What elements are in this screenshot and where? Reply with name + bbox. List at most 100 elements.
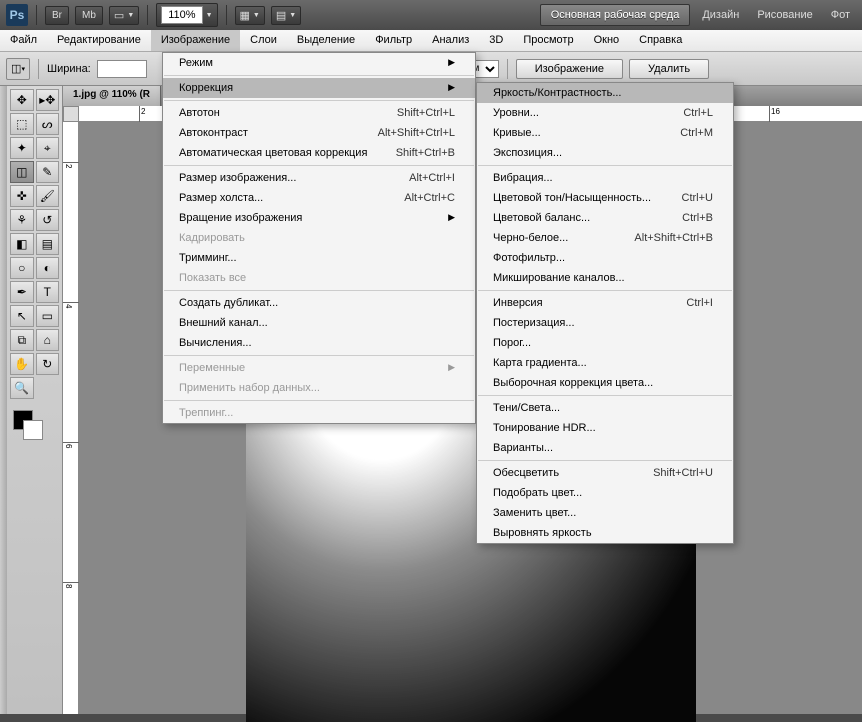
rotate-view-tool[interactable]: ↻ <box>36 353 60 375</box>
menu-equalize[interactable]: Выровнять яркость <box>477 523 733 543</box>
app-logo: Ps <box>6 4 28 26</box>
menu-выделение[interactable]: Выделение <box>287 30 365 51</box>
menu-rotation[interactable]: Вращение изображения▶ <box>163 208 475 228</box>
menu-просмотр[interactable]: Просмотр <box>513 30 583 51</box>
menu-curves[interactable]: Кривые...Ctrl+M <box>477 123 733 143</box>
submenu-arrow-icon: ▶ <box>448 362 455 374</box>
menu-selective[interactable]: Выборочная коррекция цвета... <box>477 373 733 393</box>
menu-trim[interactable]: Тримминг... <box>163 248 475 268</box>
menu-справка[interactable]: Справка <box>629 30 692 51</box>
3d-camera-tool[interactable]: ⌂ <box>36 329 60 351</box>
arrange-dropdown[interactable]: ▦▼ <box>235 6 265 25</box>
menu-invert[interactable]: ИнверсияCtrl+I <box>477 293 733 313</box>
menu-vibrance[interactable]: Вибрация... <box>477 168 733 188</box>
menu-exposure[interactable]: Экспозиция... <box>477 143 733 163</box>
menu-huesat[interactable]: Цветовой тон/Насыщенность...Ctrl+U <box>477 188 733 208</box>
menu-bar: ФайлРедактированиеИзображениеСлоиВыделен… <box>0 30 862 52</box>
move-tool[interactable]: ✥ <box>10 89 34 111</box>
menu-brightness[interactable]: Яркость/Контрастность... <box>477 83 733 103</box>
menu-desaturate[interactable]: ОбесцветитьShift+Ctrl+U <box>477 463 733 483</box>
width-input[interactable] <box>97 60 147 78</box>
workspace-design[interactable]: Дизайн <box>696 5 745 25</box>
menu-изображение[interactable]: Изображение <box>151 30 240 51</box>
lasso-tool[interactable]: ᔕ <box>36 113 60 135</box>
image-button[interactable]: Изображение <box>516 59 623 79</box>
menu-bw[interactable]: Черно-белое...Alt+Shift+Ctrl+B <box>477 228 733 248</box>
menu-autotone[interactable]: АвтотонShift+Ctrl+L <box>163 103 475 123</box>
3d-tool[interactable]: ⧉ <box>10 329 34 351</box>
width-label: Ширина: <box>47 63 91 75</box>
menu-variations[interactable]: Варианты... <box>477 438 733 458</box>
menu-окно[interactable]: Окно <box>584 30 630 51</box>
menu-crop: Кадрировать <box>163 228 475 248</box>
workspace-drawing[interactable]: Рисование <box>751 5 818 25</box>
menu-редактирование[interactable]: Редактирование <box>47 30 151 51</box>
dodge-tool[interactable]: ◐ <box>36 257 60 279</box>
menu-posterize[interactable]: Постеризация... <box>477 313 733 333</box>
bridge-button[interactable]: Br <box>45 6 69 25</box>
eyedropper-tool[interactable]: ✎ <box>36 161 60 183</box>
screen-mode-dropdown[interactable]: ▭▼ <box>109 6 139 25</box>
chevron-down-icon: ▼ <box>289 12 296 19</box>
stamp-tool[interactable]: ⚘ <box>10 209 34 231</box>
workspace-active-button[interactable]: Основная рабочая среда <box>540 4 691 26</box>
document-tab[interactable]: 1.jpg @ 110% (R <box>63 86 161 106</box>
shape-tool[interactable]: ▭ <box>36 305 60 327</box>
hand-tool[interactable]: ✋ <box>10 353 34 375</box>
pen-tool[interactable]: ✒ <box>10 281 34 303</box>
menu-файл[interactable]: Файл <box>0 30 47 51</box>
eraser-tool[interactable]: ◧ <box>10 233 34 255</box>
menu-gradientmap[interactable]: Карта градиента... <box>477 353 733 373</box>
marquee-tool[interactable]: ⬚ <box>10 113 34 135</box>
menu-hdrtoning[interactable]: Тонирование HDR... <box>477 418 733 438</box>
menu-calculations[interactable]: Вычисления... <box>163 333 475 353</box>
delete-button[interactable]: Удалить <box>629 59 709 79</box>
chevron-down-icon: ▼ <box>127 12 134 19</box>
submenu-arrow-icon: ▶ <box>448 212 455 224</box>
menu-фильтр[interactable]: Фильтр <box>365 30 422 51</box>
menu-autocontrast[interactable]: АвтоконтрастAlt+Shift+Ctrl+L <box>163 123 475 143</box>
zoom-dropdown[interactable]: 110%▼ <box>156 3 217 27</box>
menu-3d[interactable]: 3D <box>479 30 513 51</box>
crop-tool-icon[interactable]: ◫▾ <box>6 58 30 80</box>
menu-duplicate[interactable]: Создать дубликат... <box>163 293 475 313</box>
menu-photofilter[interactable]: Фотофильтр... <box>477 248 733 268</box>
spot-heal-tool[interactable]: ✜ <box>10 185 34 207</box>
marquee-arrow[interactable]: ▸✥ <box>36 89 60 111</box>
menu-channelmixer[interactable]: Микширование каналов... <box>477 268 733 288</box>
menu-showall: Показать все <box>163 268 475 288</box>
workspace-photo[interactable]: Фот <box>825 5 856 25</box>
menu-shadows[interactable]: Тени/Света... <box>477 398 733 418</box>
background-color-swatch[interactable] <box>23 420 43 440</box>
quick-select-tool[interactable]: ⌖ <box>36 137 60 159</box>
menu-autocolor[interactable]: Автоматическая цветовая коррекцияShift+C… <box>163 143 475 163</box>
menu-trapping: Треппинг... <box>163 403 475 423</box>
zoom-tool[interactable]: 🔍 <box>10 377 34 399</box>
brush-tool[interactable]: 🖌 <box>36 185 60 207</box>
history-brush-tool[interactable]: ↺ <box>36 209 60 231</box>
gradient-tool[interactable]: ▤ <box>36 233 60 255</box>
path-select-tool[interactable]: ↖ <box>10 305 34 327</box>
panel-collapse-strip[interactable] <box>0 86 7 714</box>
blur-tool[interactable]: ○ <box>10 257 34 279</box>
type-tool[interactable]: T <box>36 281 60 303</box>
menu-correction[interactable]: Коррекция▶ <box>163 78 475 98</box>
menu-matchcolor[interactable]: Подобрать цвет... <box>477 483 733 503</box>
menu-levels[interactable]: Уровни...Ctrl+L <box>477 103 733 123</box>
menu-imagesize[interactable]: Размер изображения...Alt+Ctrl+I <box>163 168 475 188</box>
menu-анализ[interactable]: Анализ <box>422 30 479 51</box>
menu-mode[interactable]: Режим▶ <box>163 53 475 73</box>
menu-external[interactable]: Внешний канал... <box>163 313 475 333</box>
menu-canvassize[interactable]: Размер холста...Alt+Ctrl+C <box>163 188 475 208</box>
menu-threshold[interactable]: Порог... <box>477 333 733 353</box>
menu-replacecolor[interactable]: Заменить цвет... <box>477 503 733 523</box>
crop-tool[interactable]: ◫ <box>10 161 34 183</box>
menu-слои[interactable]: Слои <box>240 30 287 51</box>
minibridge-button[interactable]: Mb <box>75 6 103 25</box>
grid-icon: ▦ <box>240 9 250 22</box>
wand-tool[interactable]: ✦ <box>10 137 34 159</box>
menu-colbalance[interactable]: Цветовой баланс...Ctrl+B <box>477 208 733 228</box>
color-swatches[interactable] <box>9 406 60 454</box>
extras-dropdown[interactable]: ▤▼ <box>271 6 301 25</box>
menu-apply-dataset: Применить набор данных... <box>163 378 475 398</box>
